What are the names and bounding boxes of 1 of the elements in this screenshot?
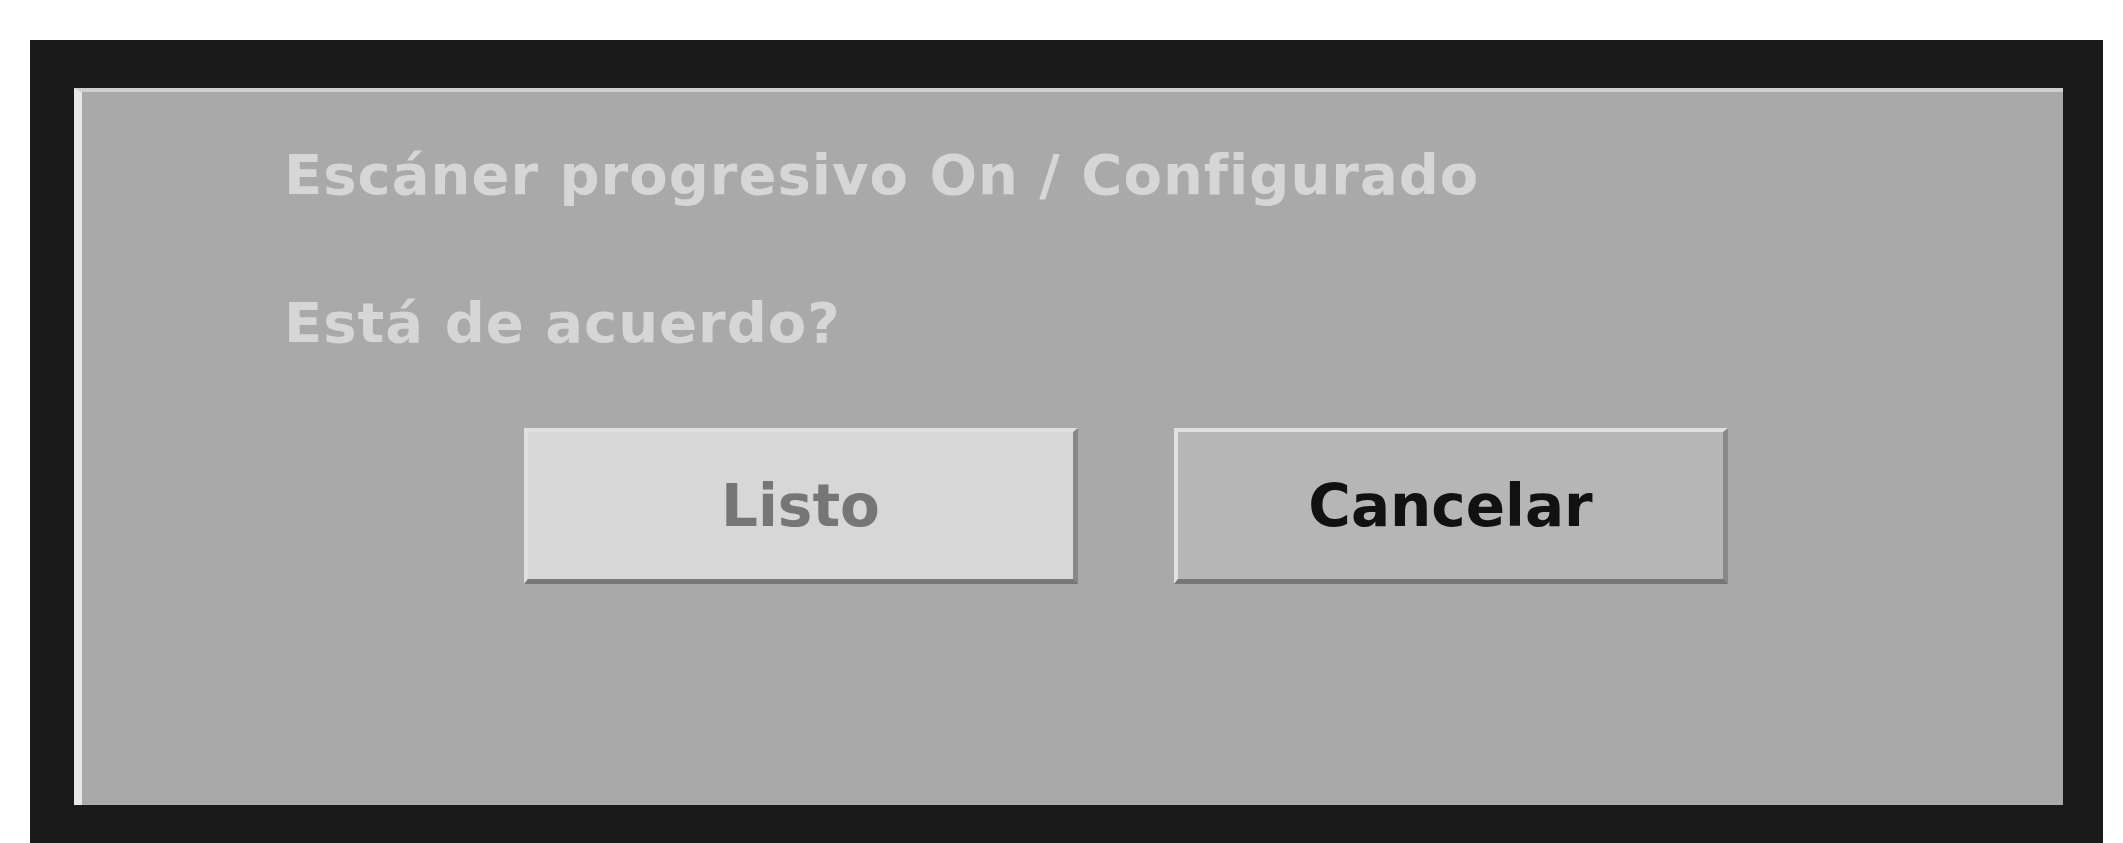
dialog-button[interactable]: Cancelar [1174, 428, 1728, 584]
